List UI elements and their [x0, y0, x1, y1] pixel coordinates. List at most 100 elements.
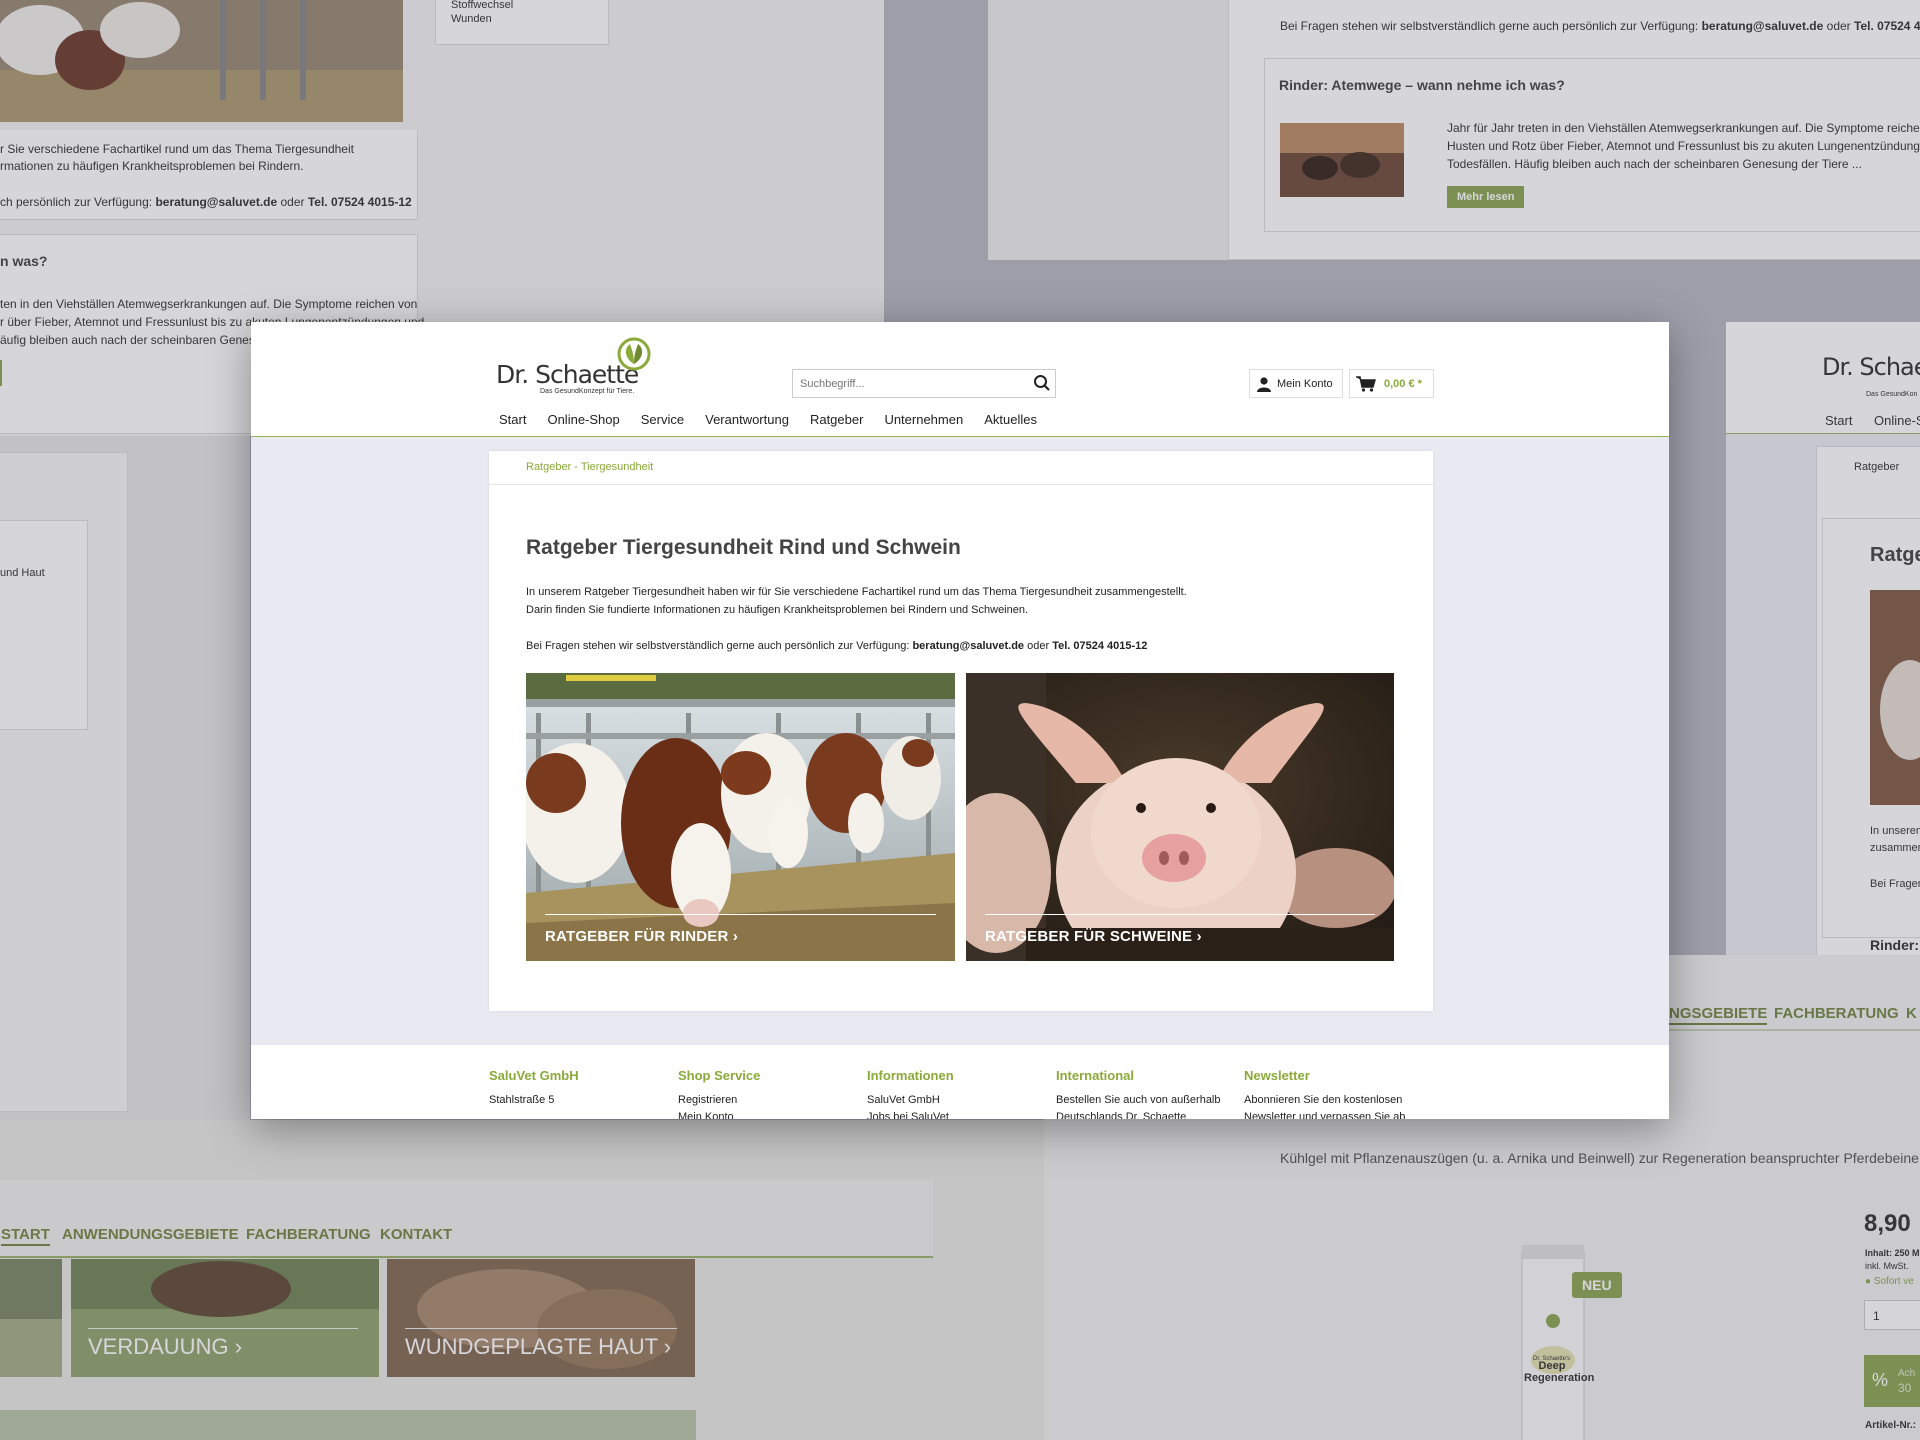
- background-screen-bottom-left: START ANWENDUNGSGEBIETE FACHBERATUNG KON…: [0, 1120, 1044, 1440]
- footer-heading: Newsletter: [1244, 1068, 1310, 1083]
- product-availability: ● Sofort ve: [1865, 1276, 1914, 1287]
- sidebar-item: und Haut: [0, 567, 45, 579]
- logo-tagline: Das GesundKonzept für Tiere.: [540, 388, 635, 395]
- cart-total: 0,00 € *: [1384, 377, 1422, 390]
- discount-box: % Ach 30: [1864, 1355, 1920, 1407]
- cows-photo-fragment: [0, 0, 403, 122]
- tile-line: [88, 1328, 358, 1329]
- contact-prefix: Bei Fragen stehen wir selbstverständlich…: [526, 640, 913, 652]
- background-screen-left-mid: und Haut: [0, 436, 250, 1120]
- user-icon: [1257, 376, 1271, 392]
- chevron-right-icon: ›: [1196, 928, 1202, 945]
- article-text: äufig bleiben auch nach der scheinbaren …: [0, 333, 285, 347]
- nav-item-online-shop[interactable]: Online-Shop: [547, 412, 619, 427]
- search-input[interactable]: [793, 370, 1013, 397]
- footer-column-saluvet: SaluVet GmbH Stahlstraße 5: [489, 1067, 579, 1109]
- footer-column-international: International Bestellen Sie auch von auß…: [1056, 1067, 1221, 1119]
- cart-button[interactable]: 0,00 € *: [1349, 369, 1434, 398]
- breadcrumb: Ratgeber - Tiergesundheit: [489, 451, 1433, 485]
- footer-heading: Shop Service: [678, 1068, 761, 1083]
- text-fragment: Bei Fragen: [1870, 878, 1920, 890]
- green-button-fragment: [0, 360, 2, 386]
- cart-icon: [1356, 375, 1376, 392]
- breadcrumb-link[interactable]: Ratgeber - Tiergesundheit: [526, 461, 653, 473]
- nav-item: FACHBERATUNG: [246, 1226, 371, 1243]
- article-text: ten in den Viehställen Atemwegserkrankun…: [0, 297, 418, 311]
- nav-item-aktuelles[interactable]: Aktuelles: [984, 412, 1037, 427]
- nav-item: NGSGEBIETE: [1669, 1005, 1768, 1025]
- nav-item-verantwortung[interactable]: Verantwortung: [705, 412, 789, 427]
- read-more-button: Mehr lesen: [1447, 186, 1525, 208]
- contact-text: ch persönlich zur Verfügung: beratung@sa…: [0, 195, 412, 209]
- footer-heading: SaluVet GmbH: [489, 1068, 579, 1083]
- text-fragment: In unserem: [1870, 825, 1920, 837]
- nav-item-unternehmen[interactable]: Unternehmen: [884, 412, 963, 427]
- footer-link[interactable]: Mein Konto: [678, 1109, 760, 1119]
- tile-divider: [985, 914, 1375, 915]
- contact-oder: oder: [1024, 640, 1053, 652]
- intro-line: Darin finden Sie fundierte Informationen…: [526, 604, 1029, 616]
- contact-phone[interactable]: Tel. 07524 4015-12: [1052, 640, 1147, 652]
- footer-text: Abonnieren Sie den kostenlosen: [1244, 1094, 1403, 1106]
- tile-ratgeber-schweine[interactable]: RATGEBER FÜR SCHWEINE ›: [966, 673, 1394, 961]
- nav-item-service[interactable]: Service: [641, 412, 684, 427]
- tile-label-wundgeplagte-haut: WUNDGEPLAGTE HAUT ›: [405, 1334, 672, 1359]
- article-text: Jahr für Jahr treten in den Viehställen …: [1447, 121, 1920, 135]
- nav-item: FACHBERATUNG: [1774, 1005, 1899, 1022]
- leaf-logo-icon: [617, 337, 651, 371]
- tile-photo-verdauung: [71, 1259, 379, 1377]
- article-heading: Rinder: Atemwege – wann nehme ich was?: [1279, 77, 1565, 93]
- nav-item: ANWENDUNGSGEBIETE: [62, 1226, 239, 1243]
- product-subtitle: Kühlgel mit Pflanzenauszügen (u. a. Arni…: [1280, 1150, 1919, 1166]
- content-card: Ratgeber - Tiergesundheit Ratgeber Tierg…: [489, 451, 1433, 1011]
- tile-label: RATGEBER FÜR RINDER ›: [545, 928, 739, 945]
- page-title: Ratgeber Tiergesundheit Rind und Schwein: [526, 536, 961, 559]
- tile-ratgeber-rinder[interactable]: RATGEBER FÜR RINDER ›: [526, 673, 955, 961]
- account-button[interactable]: Mein Konto: [1249, 369, 1343, 398]
- nav-item-start[interactable]: Start: [499, 412, 526, 427]
- footer-text: Stahlstraße 5: [489, 1094, 555, 1106]
- footer-link[interactable]: Jobs bei SaluVet: [867, 1109, 954, 1119]
- logo-tag-fragment: Das GesundKon: [1866, 391, 1918, 398]
- nav-item: Start: [1825, 413, 1853, 428]
- tile-divider: [545, 914, 936, 915]
- footer-text: Deutschlands Dr. Schaette: [1056, 1111, 1187, 1119]
- pig-photo: [966, 673, 1394, 961]
- nav-item: KONTAKT: [380, 1226, 453, 1243]
- intro-line: In unserem Ratgeber Tiergesundheit haben…: [526, 586, 1187, 598]
- footer-text: Newsletter und verpassen Sie ab: [1244, 1111, 1406, 1119]
- nav-item-ratgeber[interactable]: Ratgeber: [810, 412, 863, 427]
- chevron-right-icon: ›: [732, 928, 739, 945]
- search-box: [792, 369, 1056, 398]
- background-screen-top-right: Bei Fragen stehen wir selbstverständlich…: [988, 0, 1920, 260]
- search-icon[interactable]: [1033, 374, 1051, 397]
- footer-link[interactable]: SaluVet GmbH: [867, 1092, 954, 1109]
- quantity-field: 1: [1864, 1300, 1920, 1330]
- cow-photo-fragment: [1870, 590, 1920, 805]
- contact-email[interactable]: beratung@saluvet.de: [912, 640, 1024, 652]
- site-header: Dr. Schaette Das GesundKonzept für Tiere…: [251, 322, 1669, 437]
- footer-column-informationen: Informationen SaluVet GmbH Jobs bei Salu…: [867, 1067, 954, 1119]
- horse-photo-fragment: [0, 1259, 62, 1377]
- intro-text: r Sie verschiedene Fachartikel rund um d…: [0, 142, 354, 156]
- site-footer: SaluVet GmbH Stahlstraße 5 Shop Service …: [251, 1045, 1669, 1119]
- footer-link[interactable]: Registrieren: [678, 1092, 760, 1109]
- tile-photo-wundgeplagte-haut: [387, 1259, 695, 1377]
- article-heading: n was?: [0, 253, 48, 269]
- breadcrumb-fragment: Ratgeber: [1854, 461, 1900, 473]
- product-name: Deep Regeneration: [1524, 1360, 1595, 1384]
- footer-heading: International: [1056, 1068, 1135, 1083]
- main-screen: Dr. Schaette Das GesundKonzept für Tiere…: [251, 322, 1669, 1119]
- cows-photo: [526, 673, 955, 961]
- subheading-fragment: Rinder:: [1870, 937, 1919, 953]
- site-logo[interactable]: Dr. Schaette Das GesundKonzept für Tiere…: [496, 336, 656, 396]
- account-label: Mein Konto: [1277, 377, 1333, 390]
- footer-column-newsletter: Newsletter Abonnieren Sie den kostenlose…: [1244, 1067, 1405, 1119]
- background-screen-right-mid: Dr. Schaette Das GesundKon Start Online-…: [1726, 322, 1920, 962]
- tile-label: RATGEBER FÜR SCHWEINE ›: [985, 928, 1202, 945]
- footer-column-shop-service: Shop Service Registrieren Mein Konto: [678, 1067, 760, 1119]
- article-text: Todesfällen. Häufig bleiben auch nach de…: [1447, 157, 1862, 171]
- intro-text: rmationen zu häufigen Krankheitsprobleme…: [0, 159, 304, 173]
- footer-text: Bestellen Sie auch von außerhalb: [1056, 1094, 1221, 1106]
- contact-text: Bei Fragen stehen wir selbstverständlich…: [526, 637, 1147, 655]
